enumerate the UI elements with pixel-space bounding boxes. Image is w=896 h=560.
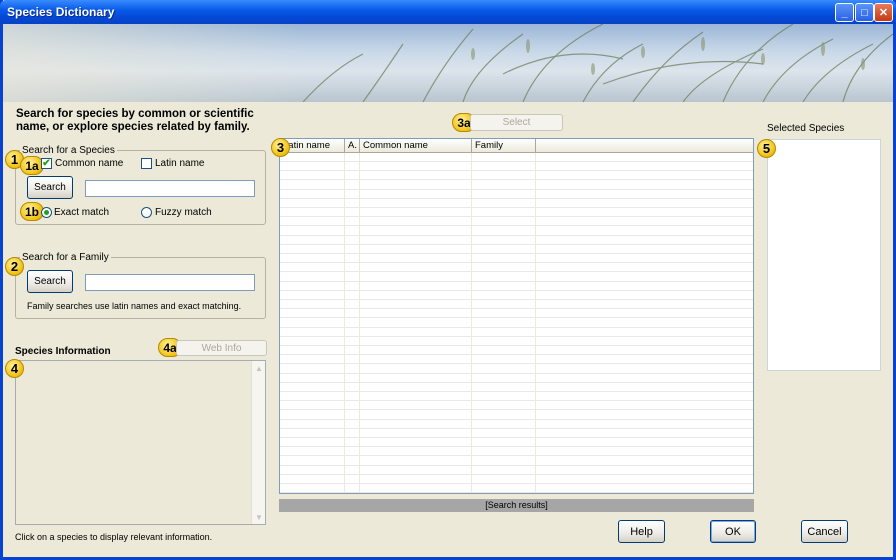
latin-name-label: Latin name [155,158,205,169]
species-info-scrollbar[interactable]: ▲ ▼ [251,361,265,524]
table-row [280,236,753,245]
ok-button[interactable]: OK [710,520,756,543]
window-title: Species Dictionary [7,5,115,19]
species-info-panel: ▲ ▼ [15,360,266,525]
close-button[interactable]: ✕ [874,3,893,22]
species-info-heading: Species Information [15,346,111,357]
common-name-checkbox[interactable]: ✔ [41,158,52,169]
table-row [280,401,753,411]
column-filler [536,139,753,153]
common-name-label: Common name [55,158,124,169]
table-row [280,420,753,429]
table-row [280,383,753,392]
web-info-button[interactable]: Web Info [176,340,267,356]
fuzzy-match-label: Fuzzy match [155,207,212,218]
column-family[interactable]: Family [472,139,536,153]
table-row [280,245,753,254]
table-row [280,300,753,310]
badge-4: 4 [5,359,24,378]
species-search-button[interactable]: Search [27,176,73,199]
selected-species-label: Selected Species [767,123,845,134]
column-a[interactable]: A. [345,139,360,153]
column-common-name[interactable]: Common name [360,139,472,153]
table-row [280,355,753,365]
results-table[interactable]: Latin name A. Common name Family [279,138,754,494]
minimize-button[interactable]: _ [835,3,854,22]
table-row [280,291,753,300]
cancel-button[interactable]: Cancel [801,520,848,543]
minimize-icon: _ [841,6,848,19]
table-row [280,365,753,374]
latin-name-checkbox[interactable] [141,158,152,169]
close-icon: ✕ [878,7,889,19]
table-row [280,309,753,319]
species-search-input[interactable] [85,180,255,197]
family-search-note: Family searches use latin names and exac… [27,301,242,311]
family-search-button[interactable]: Search [27,270,73,293]
table-row [280,328,753,337]
badge-5: 5 [757,139,776,158]
table-row [280,447,753,457]
table-row [280,392,753,402]
table-row [280,438,753,448]
maximize-icon: □ [861,6,868,19]
table-row [280,374,753,383]
family-search-legend: Search for a Family [20,252,111,263]
table-row [280,199,753,208]
badge-2: 2 [5,257,24,276]
table-row [280,475,753,484]
table-row [280,254,753,264]
table-row [280,337,753,346]
table-row [280,282,753,291]
table-row [280,263,753,273]
results-status-bar: [Search results] [279,499,754,512]
table-row [280,484,753,494]
exact-match-radio[interactable] [41,207,52,218]
select-button[interactable]: Select [470,114,563,131]
table-row [280,411,753,420]
species-info-hint: Click on a species to display relevant i… [15,532,213,542]
table-row [280,162,753,172]
badge-3: 3 [271,138,290,157]
maximize-button[interactable]: □ [855,3,874,22]
banner-image [3,24,893,102]
table-row [280,153,753,162]
table-row [280,273,753,282]
fuzzy-match-radio[interactable] [141,207,152,218]
selected-species-list[interactable] [767,139,881,371]
table-row [280,217,753,227]
table-row [280,171,753,181]
exact-match-label: Exact match [54,207,110,218]
table-row [280,429,753,438]
table-row [280,208,753,218]
table-row [280,181,753,190]
table-row [280,190,753,199]
title-bar[interactable]: Species Dictionary _ □ ✕ [0,0,896,24]
table-row [280,346,753,356]
table-row [280,319,753,328]
scroll-up-icon[interactable]: ▲ [253,362,265,374]
scroll-down-icon[interactable]: ▼ [253,511,265,523]
intro-text: Search for species by common or scientif… [16,108,254,133]
family-search-input[interactable] [85,274,255,291]
species-search-legend: Search for a Species [20,145,117,156]
table-row [280,466,753,475]
table-row [280,457,753,466]
help-button[interactable]: Help [618,520,665,543]
table-row [280,227,753,236]
